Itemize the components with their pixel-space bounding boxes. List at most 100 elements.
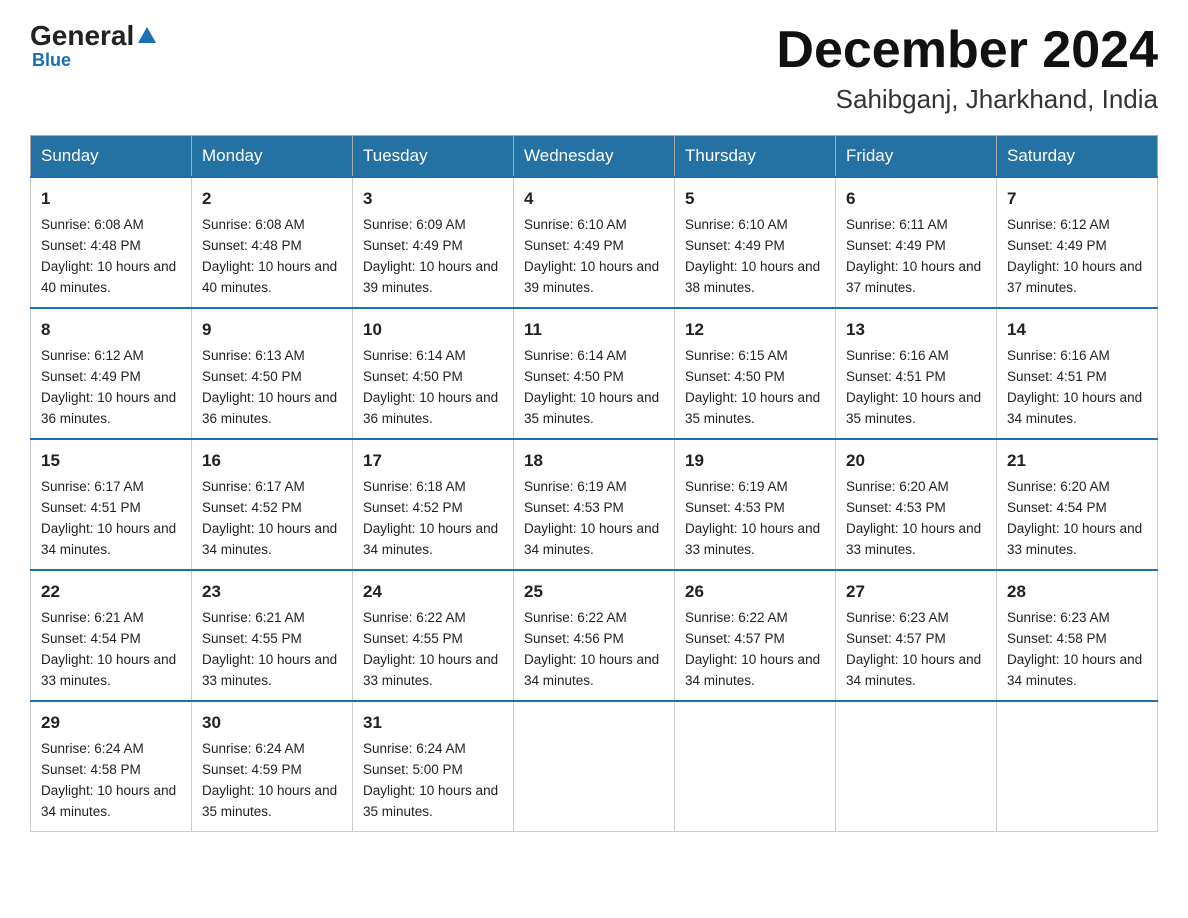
table-row: 25 Sunrise: 6:22 AM Sunset: 4:56 PM Dayl… bbox=[514, 570, 675, 701]
daylight-text: Daylight: 10 hours and 37 minutes. bbox=[846, 259, 981, 295]
calendar-week-row: 1 Sunrise: 6:08 AM Sunset: 4:48 PM Dayli… bbox=[31, 177, 1158, 308]
sunrise-text: Sunrise: 6:22 AM bbox=[685, 610, 788, 625]
table-row: 24 Sunrise: 6:22 AM Sunset: 4:55 PM Dayl… bbox=[353, 570, 514, 701]
daylight-text: Daylight: 10 hours and 34 minutes. bbox=[846, 652, 981, 688]
sunrise-text: Sunrise: 6:22 AM bbox=[524, 610, 627, 625]
calendar-week-row: 15 Sunrise: 6:17 AM Sunset: 4:51 PM Dayl… bbox=[31, 439, 1158, 570]
day-number: 21 bbox=[1007, 448, 1147, 474]
day-number: 11 bbox=[524, 317, 664, 343]
sunset-text: Sunset: 4:50 PM bbox=[202, 369, 302, 384]
day-number: 24 bbox=[363, 579, 503, 605]
calendar-header-row: Sunday Monday Tuesday Wednesday Thursday… bbox=[31, 136, 1158, 178]
sunrise-text: Sunrise: 6:10 AM bbox=[524, 217, 627, 232]
table-row: 8 Sunrise: 6:12 AM Sunset: 4:49 PM Dayli… bbox=[31, 308, 192, 439]
sunrise-text: Sunrise: 6:19 AM bbox=[524, 479, 627, 494]
sub-title: Sahibganj, Jharkhand, India bbox=[776, 84, 1158, 115]
sunset-text: Sunset: 4:51 PM bbox=[1007, 369, 1107, 384]
daylight-text: Daylight: 10 hours and 36 minutes. bbox=[363, 390, 498, 426]
table-row: 22 Sunrise: 6:21 AM Sunset: 4:54 PM Dayl… bbox=[31, 570, 192, 701]
daylight-text: Daylight: 10 hours and 34 minutes. bbox=[1007, 390, 1142, 426]
daylight-text: Daylight: 10 hours and 35 minutes. bbox=[685, 390, 820, 426]
day-number: 26 bbox=[685, 579, 825, 605]
day-number: 16 bbox=[202, 448, 342, 474]
sunset-text: Sunset: 4:53 PM bbox=[524, 500, 624, 515]
day-number: 1 bbox=[41, 186, 181, 212]
day-number: 15 bbox=[41, 448, 181, 474]
table-row: 20 Sunrise: 6:20 AM Sunset: 4:53 PM Dayl… bbox=[836, 439, 997, 570]
table-row: 19 Sunrise: 6:19 AM Sunset: 4:53 PM Dayl… bbox=[675, 439, 836, 570]
sunset-text: Sunset: 4:53 PM bbox=[685, 500, 785, 515]
sunset-text: Sunset: 4:52 PM bbox=[363, 500, 463, 515]
col-thursday: Thursday bbox=[675, 136, 836, 178]
table-row: 10 Sunrise: 6:14 AM Sunset: 4:50 PM Dayl… bbox=[353, 308, 514, 439]
sunset-text: Sunset: 4:49 PM bbox=[685, 238, 785, 253]
daylight-text: Daylight: 10 hours and 40 minutes. bbox=[41, 259, 176, 295]
sunrise-text: Sunrise: 6:18 AM bbox=[363, 479, 466, 494]
sunset-text: Sunset: 4:58 PM bbox=[41, 762, 141, 777]
sunrise-text: Sunrise: 6:16 AM bbox=[846, 348, 949, 363]
sunrise-text: Sunrise: 6:23 AM bbox=[1007, 610, 1110, 625]
table-row bbox=[675, 701, 836, 832]
col-tuesday: Tuesday bbox=[353, 136, 514, 178]
day-number: 6 bbox=[846, 186, 986, 212]
sunrise-text: Sunrise: 6:22 AM bbox=[363, 610, 466, 625]
title-section: December 2024 Sahibganj, Jharkhand, Indi… bbox=[776, 20, 1158, 115]
sunrise-text: Sunrise: 6:23 AM bbox=[846, 610, 949, 625]
sunset-text: Sunset: 4:49 PM bbox=[363, 238, 463, 253]
day-number: 22 bbox=[41, 579, 181, 605]
table-row bbox=[997, 701, 1158, 832]
sunset-text: Sunset: 4:49 PM bbox=[41, 369, 141, 384]
sunrise-text: Sunrise: 6:08 AM bbox=[41, 217, 144, 232]
daylight-text: Daylight: 10 hours and 35 minutes. bbox=[846, 390, 981, 426]
table-row: 6 Sunrise: 6:11 AM Sunset: 4:49 PM Dayli… bbox=[836, 177, 997, 308]
table-row: 17 Sunrise: 6:18 AM Sunset: 4:52 PM Dayl… bbox=[353, 439, 514, 570]
daylight-text: Daylight: 10 hours and 39 minutes. bbox=[524, 259, 659, 295]
day-number: 30 bbox=[202, 710, 342, 736]
calendar-week-row: 22 Sunrise: 6:21 AM Sunset: 4:54 PM Dayl… bbox=[31, 570, 1158, 701]
sunset-text: Sunset: 4:50 PM bbox=[363, 369, 463, 384]
daylight-text: Daylight: 10 hours and 34 minutes. bbox=[524, 652, 659, 688]
day-number: 31 bbox=[363, 710, 503, 736]
col-wednesday: Wednesday bbox=[514, 136, 675, 178]
table-row: 29 Sunrise: 6:24 AM Sunset: 4:58 PM Dayl… bbox=[31, 701, 192, 832]
table-row: 12 Sunrise: 6:15 AM Sunset: 4:50 PM Dayl… bbox=[675, 308, 836, 439]
main-title: December 2024 bbox=[776, 20, 1158, 80]
table-row: 2 Sunrise: 6:08 AM Sunset: 4:48 PM Dayli… bbox=[192, 177, 353, 308]
table-row: 13 Sunrise: 6:16 AM Sunset: 4:51 PM Dayl… bbox=[836, 308, 997, 439]
day-number: 4 bbox=[524, 186, 664, 212]
daylight-text: Daylight: 10 hours and 34 minutes. bbox=[1007, 652, 1142, 688]
day-number: 8 bbox=[41, 317, 181, 343]
table-row: 3 Sunrise: 6:09 AM Sunset: 4:49 PM Dayli… bbox=[353, 177, 514, 308]
day-number: 17 bbox=[363, 448, 503, 474]
sunrise-text: Sunrise: 6:19 AM bbox=[685, 479, 788, 494]
day-number: 2 bbox=[202, 186, 342, 212]
table-row: 31 Sunrise: 6:24 AM Sunset: 5:00 PM Dayl… bbox=[353, 701, 514, 832]
logo-icon bbox=[134, 25, 160, 47]
sunset-text: Sunset: 4:55 PM bbox=[202, 631, 302, 646]
day-number: 29 bbox=[41, 710, 181, 736]
table-row: 23 Sunrise: 6:21 AM Sunset: 4:55 PM Dayl… bbox=[192, 570, 353, 701]
daylight-text: Daylight: 10 hours and 35 minutes. bbox=[524, 390, 659, 426]
daylight-text: Daylight: 10 hours and 33 minutes. bbox=[1007, 521, 1142, 557]
sunrise-text: Sunrise: 6:16 AM bbox=[1007, 348, 1110, 363]
daylight-text: Daylight: 10 hours and 34 minutes. bbox=[524, 521, 659, 557]
sunset-text: Sunset: 4:50 PM bbox=[685, 369, 785, 384]
page-header: General Blue December 2024 Sahibganj, Jh… bbox=[30, 20, 1158, 115]
daylight-text: Daylight: 10 hours and 33 minutes. bbox=[846, 521, 981, 557]
table-row: 27 Sunrise: 6:23 AM Sunset: 4:57 PM Dayl… bbox=[836, 570, 997, 701]
table-row: 26 Sunrise: 6:22 AM Sunset: 4:57 PM Dayl… bbox=[675, 570, 836, 701]
table-row bbox=[514, 701, 675, 832]
sunrise-text: Sunrise: 6:13 AM bbox=[202, 348, 305, 363]
sunrise-text: Sunrise: 6:17 AM bbox=[202, 479, 305, 494]
daylight-text: Daylight: 10 hours and 39 minutes. bbox=[363, 259, 498, 295]
sunrise-text: Sunrise: 6:20 AM bbox=[846, 479, 949, 494]
col-monday: Monday bbox=[192, 136, 353, 178]
logo-blue-label: Blue bbox=[32, 50, 71, 71]
day-number: 13 bbox=[846, 317, 986, 343]
table-row: 21 Sunrise: 6:20 AM Sunset: 4:54 PM Dayl… bbox=[997, 439, 1158, 570]
daylight-text: Daylight: 10 hours and 33 minutes. bbox=[202, 652, 337, 688]
table-row: 5 Sunrise: 6:10 AM Sunset: 4:49 PM Dayli… bbox=[675, 177, 836, 308]
table-row: 16 Sunrise: 6:17 AM Sunset: 4:52 PM Dayl… bbox=[192, 439, 353, 570]
sunset-text: Sunset: 4:52 PM bbox=[202, 500, 302, 515]
day-number: 14 bbox=[1007, 317, 1147, 343]
